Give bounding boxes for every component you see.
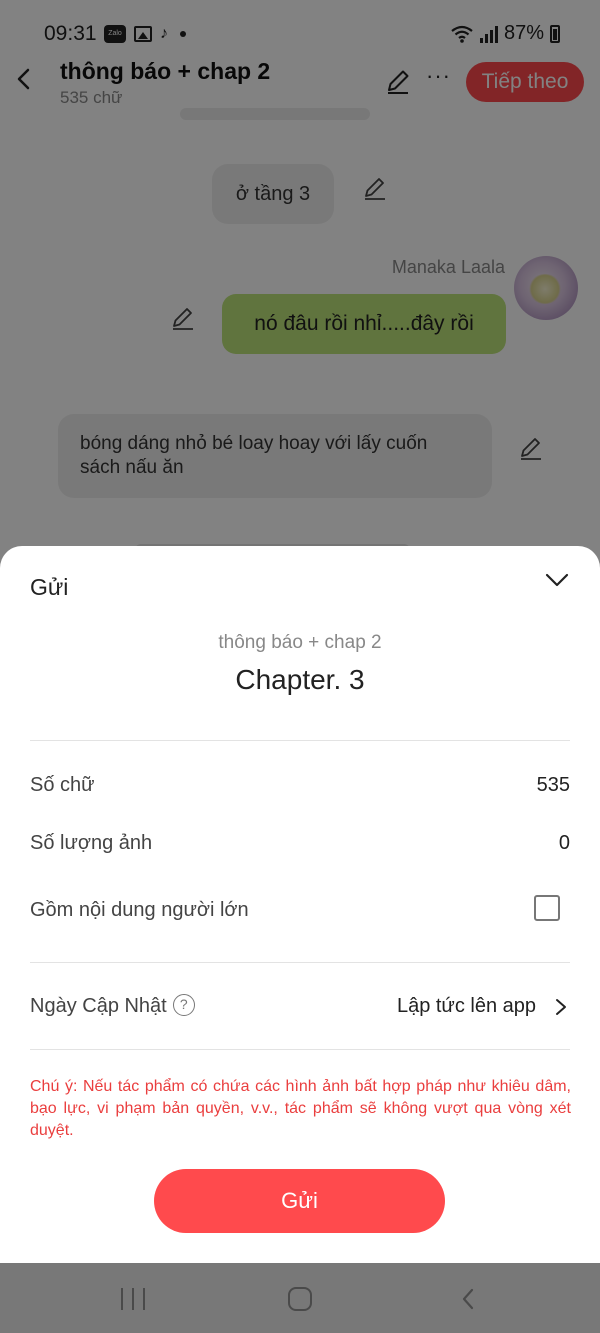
divider (30, 962, 570, 963)
home-icon[interactable] (288, 1287, 312, 1311)
divider (30, 740, 570, 741)
send-button[interactable]: Gửi (154, 1169, 445, 1233)
image-count-label: Số lượng ảnh (30, 832, 153, 854)
image-count-value: 0 (558, 832, 570, 854)
chapter-title: Chapter. 3 (235, 664, 365, 695)
update-date-label[interactable]: Ngày Cập Nhật? (30, 993, 195, 1018)
book-title: thông báo + chap 2 (218, 632, 382, 653)
sheet-title: Gửi (30, 574, 69, 600)
publish-sheet: Gửi thông báo + chap 2 Chapter. 3 Số chữ… (0, 546, 600, 1263)
divider (30, 1049, 570, 1050)
help-icon[interactable]: ? (172, 993, 195, 1016)
adult-content-label: Gồm nội dung người lớn (30, 899, 249, 921)
back-icon[interactable] (460, 1287, 476, 1311)
chevron-right-icon[interactable] (554, 997, 568, 1017)
adult-content-checkbox[interactable] (534, 895, 560, 921)
system-nav-bar (0, 1263, 600, 1333)
word-count-value: 535 (536, 774, 570, 796)
word-count-label: Số chữ (30, 774, 95, 796)
recents-icon[interactable] (121, 1288, 145, 1310)
content-warning: Chú ý: Nếu tác phẩm có chứa các hình ảnh… (30, 1078, 571, 1139)
chevron-down-icon[interactable] (543, 570, 571, 590)
update-date-value[interactable]: Lập tức lên app (397, 995, 536, 1018)
update-date-text: Ngày Cập Nhật (30, 995, 167, 1017)
